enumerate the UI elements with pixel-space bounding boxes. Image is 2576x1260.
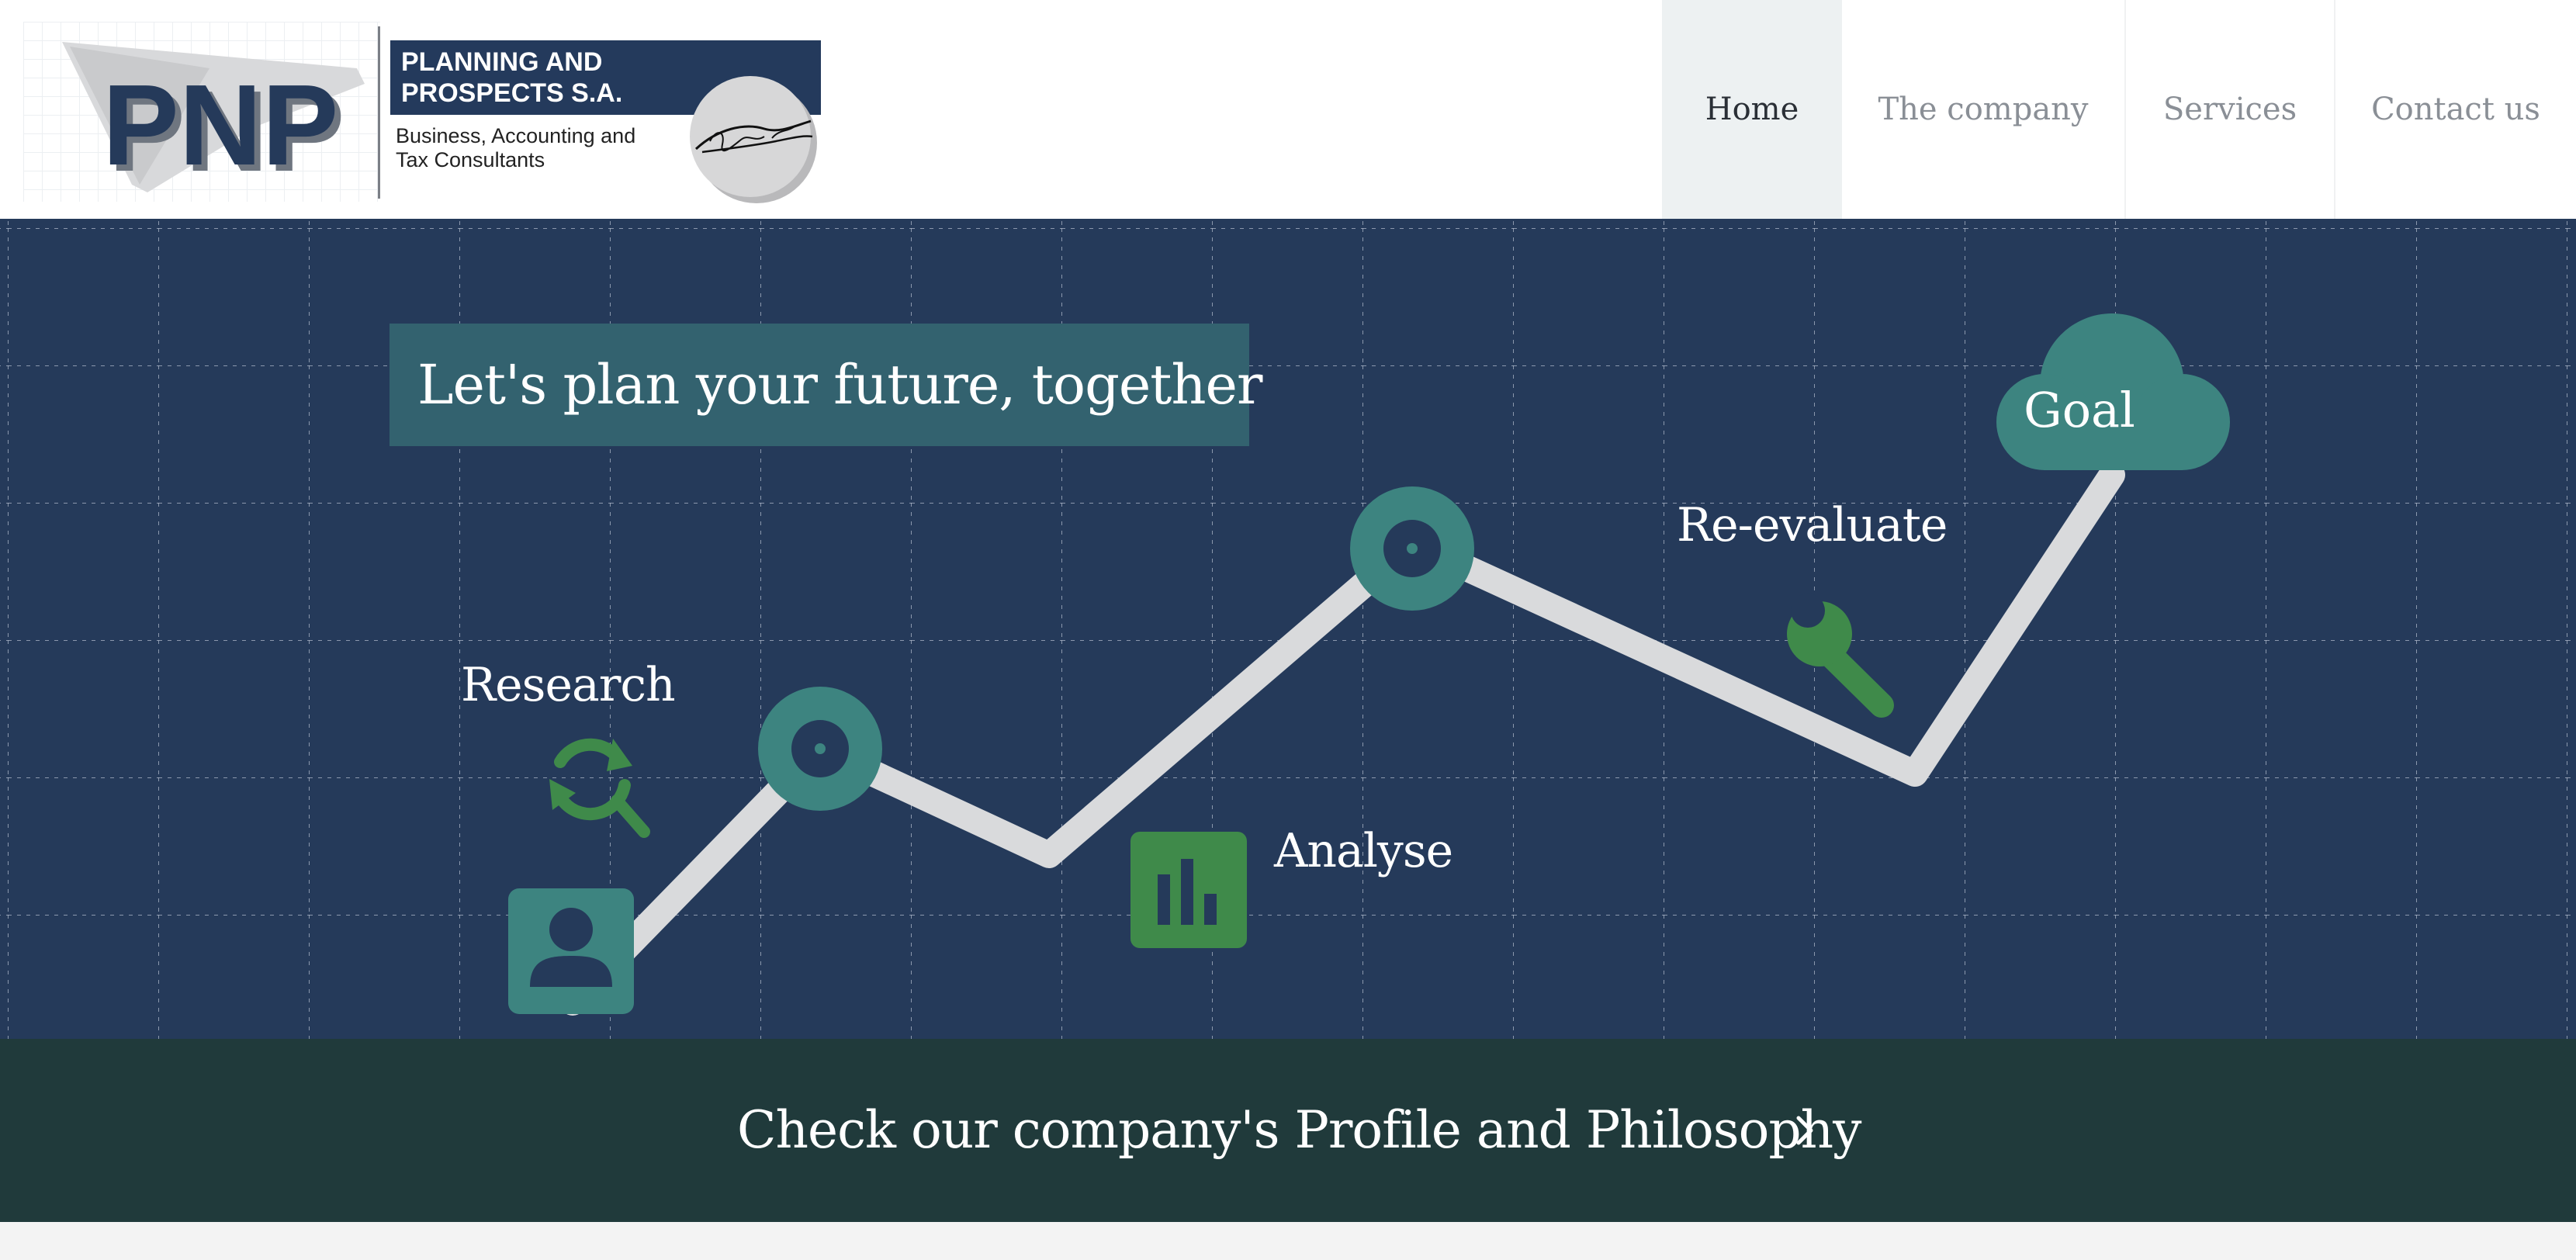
- target-icon: [758, 687, 882, 811]
- chevron-right-icon[interactable]: [1786, 1110, 1825, 1151]
- step-label-goal: Goal: [2024, 382, 2135, 438]
- nav-item-contact-us[interactable]: Contact us: [2334, 0, 2576, 219]
- nav-item-home[interactable]: Home: [1662, 0, 1842, 219]
- nav-item-contact-us-label: Contact us: [2371, 92, 2540, 127]
- logo-mark: PNP PNP: [62, 42, 365, 196]
- logo-divider: [378, 26, 380, 199]
- hero-tagline: Let's plan your future, together: [390, 324, 1262, 446]
- target-icon: [1350, 486, 1474, 611]
- logo-title-line-1: PLANNING AND: [401, 47, 603, 77]
- step-label-re-evaluate: Re-evaluate: [1677, 498, 1948, 552]
- hero-tagline-text: Let's plan your future, together: [417, 353, 1262, 417]
- hero-banner: Let's plan your future, together Researc…: [0, 219, 2576, 1039]
- bar-chart-icon: [1130, 832, 1247, 948]
- site-header: PNP PNP PLANNING AND PROSPECTS S.A. Busi…: [0, 0, 2576, 219]
- hero-grid: [0, 219, 2576, 1039]
- step-label-research: Research: [461, 658, 676, 712]
- signature-seal-icon: [690, 76, 817, 203]
- profile-cta-banner[interactable]: Check our company's Profile and Philosop…: [0, 1039, 2576, 1222]
- nav-item-services-label: Services: [2162, 92, 2297, 127]
- hero-illustration: [0, 219, 2576, 1039]
- nav-item-services[interactable]: Services: [2124, 0, 2334, 219]
- nav-item-the-company[interactable]: The company: [1842, 0, 2124, 219]
- logo-mark-text: PNP: [102, 61, 338, 189]
- nav-item-home-label: Home: [1705, 92, 1799, 127]
- logo-subtitle-line-1: Business, Accounting and: [396, 124, 636, 147]
- nav-item-the-company-label: The company: [1878, 92, 2089, 127]
- logo-subtitle-line-2: Tax Consultants: [396, 148, 545, 171]
- company-logo[interactable]: PNP PNP PLANNING AND PROSPECTS S.A. Busi…: [23, 22, 822, 203]
- cta-label: Check our company's Profile and Philosop…: [737, 1100, 1861, 1160]
- user-icon: [508, 888, 634, 1014]
- main-nav: Home The company Services Contact us: [1662, 0, 2576, 219]
- step-label-analyse: Analyse: [1274, 824, 1453, 878]
- logo-subtitle: Business, Accounting and Tax Consultants: [396, 124, 660, 172]
